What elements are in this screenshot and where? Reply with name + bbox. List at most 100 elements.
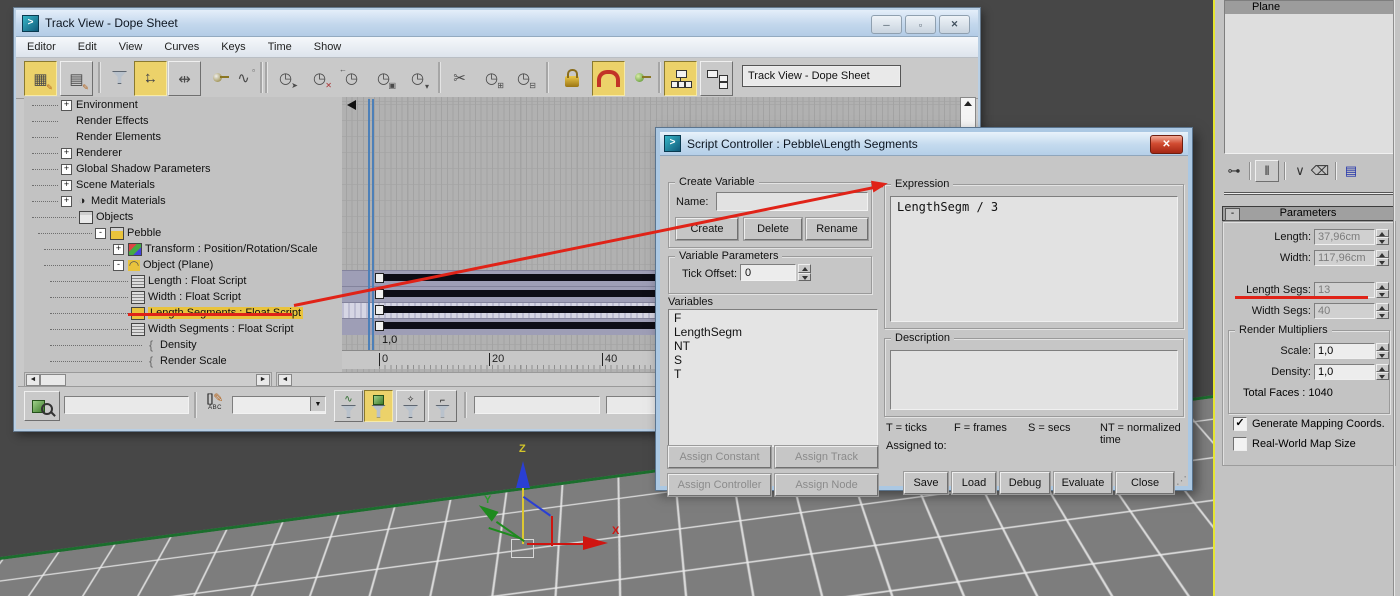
keyframe[interactable] bbox=[375, 305, 384, 315]
keyframe[interactable] bbox=[375, 321, 384, 331]
snap-frames-button[interactable] bbox=[592, 61, 625, 96]
panel-scroll-track[interactable] bbox=[1393, 0, 1394, 596]
insert-time-button[interactable]: ◷▾ bbox=[402, 61, 433, 94]
variable-item[interactable]: NT bbox=[669, 339, 877, 353]
show-controller-types-button[interactable] bbox=[700, 61, 733, 96]
evaluate-button[interactable]: Evaluate bbox=[1054, 472, 1112, 494]
variable-item[interactable]: T bbox=[669, 367, 877, 381]
filter-spatial-button[interactable]: ✧ bbox=[396, 390, 425, 422]
assign-constant-button[interactable]: Assign Constant bbox=[668, 446, 771, 468]
menu-time[interactable]: Time bbox=[257, 41, 303, 53]
close-button[interactable]: ✕ bbox=[939, 15, 970, 34]
collapse-icon[interactable]: - bbox=[113, 260, 124, 271]
assign-controller-button[interactable]: Assign Controller bbox=[668, 474, 771, 496]
edit-track-set-icon[interactable]: []✎ABC bbox=[202, 391, 228, 411]
expand-icon[interactable]: + bbox=[61, 164, 72, 175]
tree-item-render-effects[interactable]: Render Effects bbox=[24, 113, 342, 129]
tree-item-renderer[interactable]: +Renderer bbox=[24, 145, 342, 161]
scroll-up-icon[interactable] bbox=[964, 101, 972, 106]
configure-modifier-sets-icon[interactable]: ▤ bbox=[1341, 163, 1361, 179]
tree-item-object-plane[interactable]: -Object (Plane) bbox=[24, 257, 342, 273]
tree-item-objects[interactable]: Objects bbox=[24, 209, 342, 225]
zoom-value-field[interactable] bbox=[64, 396, 189, 414]
scale-input[interactable]: 1,0 bbox=[1314, 343, 1375, 359]
tick-offset-input[interactable]: 0 bbox=[740, 264, 796, 281]
zoom-selected-object-button[interactable] bbox=[24, 391, 60, 421]
remove-modifier-icon[interactable]: ⌫ bbox=[1310, 163, 1330, 179]
track-set-dropdown[interactable]: ▼ bbox=[232, 396, 326, 414]
menu-curves[interactable]: Curves bbox=[153, 41, 210, 53]
scale-keys-button[interactable]: ∿▫ bbox=[228, 61, 259, 94]
key-mode-button[interactable] bbox=[624, 61, 655, 94]
trackview-name-field[interactable]: Track View - Dope Sheet bbox=[742, 65, 901, 87]
gizmo-red-handle[interactable] bbox=[551, 516, 553, 546]
load-button[interactable]: Load bbox=[952, 472, 996, 494]
tree-item-scene-materials[interactable]: +Scene Materials bbox=[24, 177, 342, 193]
collapse-rollout-icon[interactable]: - bbox=[1225, 208, 1240, 221]
scale-time-button[interactable]: ◷▣ bbox=[368, 61, 399, 94]
generate-mapping-coords-checkbox[interactable]: ✓ bbox=[1233, 417, 1247, 431]
variable-item[interactable]: S bbox=[669, 353, 877, 367]
restore-button[interactable]: ▫ bbox=[905, 15, 936, 34]
minimize-button[interactable]: ─ bbox=[871, 15, 902, 34]
dialog-titlebar[interactable]: > Script Controller : Pebble\Length Segm… bbox=[660, 132, 1188, 156]
resize-grip[interactable]: ⋰ bbox=[1176, 474, 1187, 487]
tree-item-environment[interactable]: +Environment bbox=[24, 97, 342, 113]
width-segs-input[interactable]: 40 bbox=[1314, 303, 1375, 319]
assign-track-button[interactable]: Assign Track bbox=[775, 446, 878, 468]
variable-item[interactable]: LengthSegm bbox=[669, 325, 877, 339]
move-keys-button[interactable]: ↔↕ bbox=[134, 61, 167, 96]
pin-stack-icon[interactable]: ⊶ bbox=[1224, 163, 1244, 179]
lock-selection-button[interactable] bbox=[556, 61, 587, 94]
tree-item-length[interactable]: Length : Float Script bbox=[24, 273, 342, 289]
menu-editor[interactable]: Editor bbox=[16, 41, 67, 53]
rename-button[interactable]: Rename bbox=[806, 218, 868, 240]
scroll-left-icon[interactable]: ◄ bbox=[278, 374, 292, 386]
copy-time-button[interactable]: ◷⊞ bbox=[476, 61, 507, 94]
tree-item-width[interactable]: Width : Float Script bbox=[24, 289, 342, 305]
dialog-close-button[interactable]: ✕ bbox=[1150, 135, 1183, 154]
menu-keys[interactable]: Keys bbox=[210, 41, 256, 53]
expand-icon[interactable]: + bbox=[113, 244, 124, 255]
debug-button[interactable]: Debug bbox=[1000, 472, 1050, 494]
menu-edit[interactable]: Edit bbox=[67, 41, 108, 53]
save-button[interactable]: Save bbox=[904, 472, 948, 494]
parameters-rollout-header[interactable]: - Parameters bbox=[1222, 206, 1394, 221]
filter-selected-objects-button[interactable] bbox=[364, 390, 393, 422]
stack-item-plane[interactable]: Plane bbox=[1225, 1, 1393, 14]
expression-textarea[interactable]: LengthSegm / 3 bbox=[890, 196, 1178, 322]
tree-item-density[interactable]: Density bbox=[24, 337, 342, 353]
paste-time-button[interactable]: ◷⊟ bbox=[508, 61, 539, 94]
real-world-map-size-checkbox[interactable] bbox=[1233, 437, 1247, 451]
menu-show[interactable]: Show bbox=[303, 41, 353, 53]
description-textarea[interactable] bbox=[890, 350, 1178, 410]
modifier-stack-list[interactable]: Plane bbox=[1224, 0, 1394, 154]
z-axis-arrow[interactable] bbox=[516, 461, 530, 488]
density-spinner[interactable] bbox=[1376, 364, 1389, 380]
scale-spinner[interactable] bbox=[1376, 343, 1389, 359]
variable-item[interactable]: F bbox=[669, 311, 877, 325]
tree-item-transform[interactable]: +Transform : Position/Rotation/Scale bbox=[24, 241, 342, 257]
scroll-thumb[interactable] bbox=[40, 374, 66, 386]
length-spinner[interactable] bbox=[1376, 229, 1389, 245]
width-segs-spinner[interactable] bbox=[1376, 303, 1389, 319]
tree-item-global-shadow-parameters[interactable]: +Global Shadow Parameters bbox=[24, 161, 342, 177]
expand-icon[interactable]: + bbox=[61, 148, 72, 159]
x-axis-line[interactable] bbox=[527, 543, 585, 545]
tree-item-width-segments[interactable]: Width Segments : Float Script bbox=[24, 321, 342, 337]
keyframe[interactable] bbox=[375, 273, 384, 283]
menu-view[interactable]: View bbox=[108, 41, 154, 53]
x-axis-arrow[interactable] bbox=[583, 536, 608, 550]
key-time-field[interactable] bbox=[474, 396, 600, 414]
variables-list[interactable]: F LengthSegm NT S T bbox=[668, 309, 878, 447]
filters-button[interactable] bbox=[104, 61, 135, 94]
width-spinner[interactable] bbox=[1376, 250, 1389, 266]
tree-item-medit-materials[interactable]: +Medit Materials bbox=[24, 193, 342, 209]
select-time-button[interactable]: ◷➤ bbox=[270, 61, 301, 94]
filter-unlocked-button[interactable]: ⌐ bbox=[428, 390, 457, 422]
edit-keys-button[interactable]: ▦✎ bbox=[24, 61, 57, 96]
trackview-titlebar[interactable]: > Track View - Dope Sheet ─ ▫ ✕ bbox=[16, 10, 978, 37]
keyframe[interactable] bbox=[375, 289, 384, 299]
tree-item-render-scale[interactable]: Render Scale bbox=[24, 353, 342, 369]
tree-item-render-elements[interactable]: Render Elements bbox=[24, 129, 342, 145]
